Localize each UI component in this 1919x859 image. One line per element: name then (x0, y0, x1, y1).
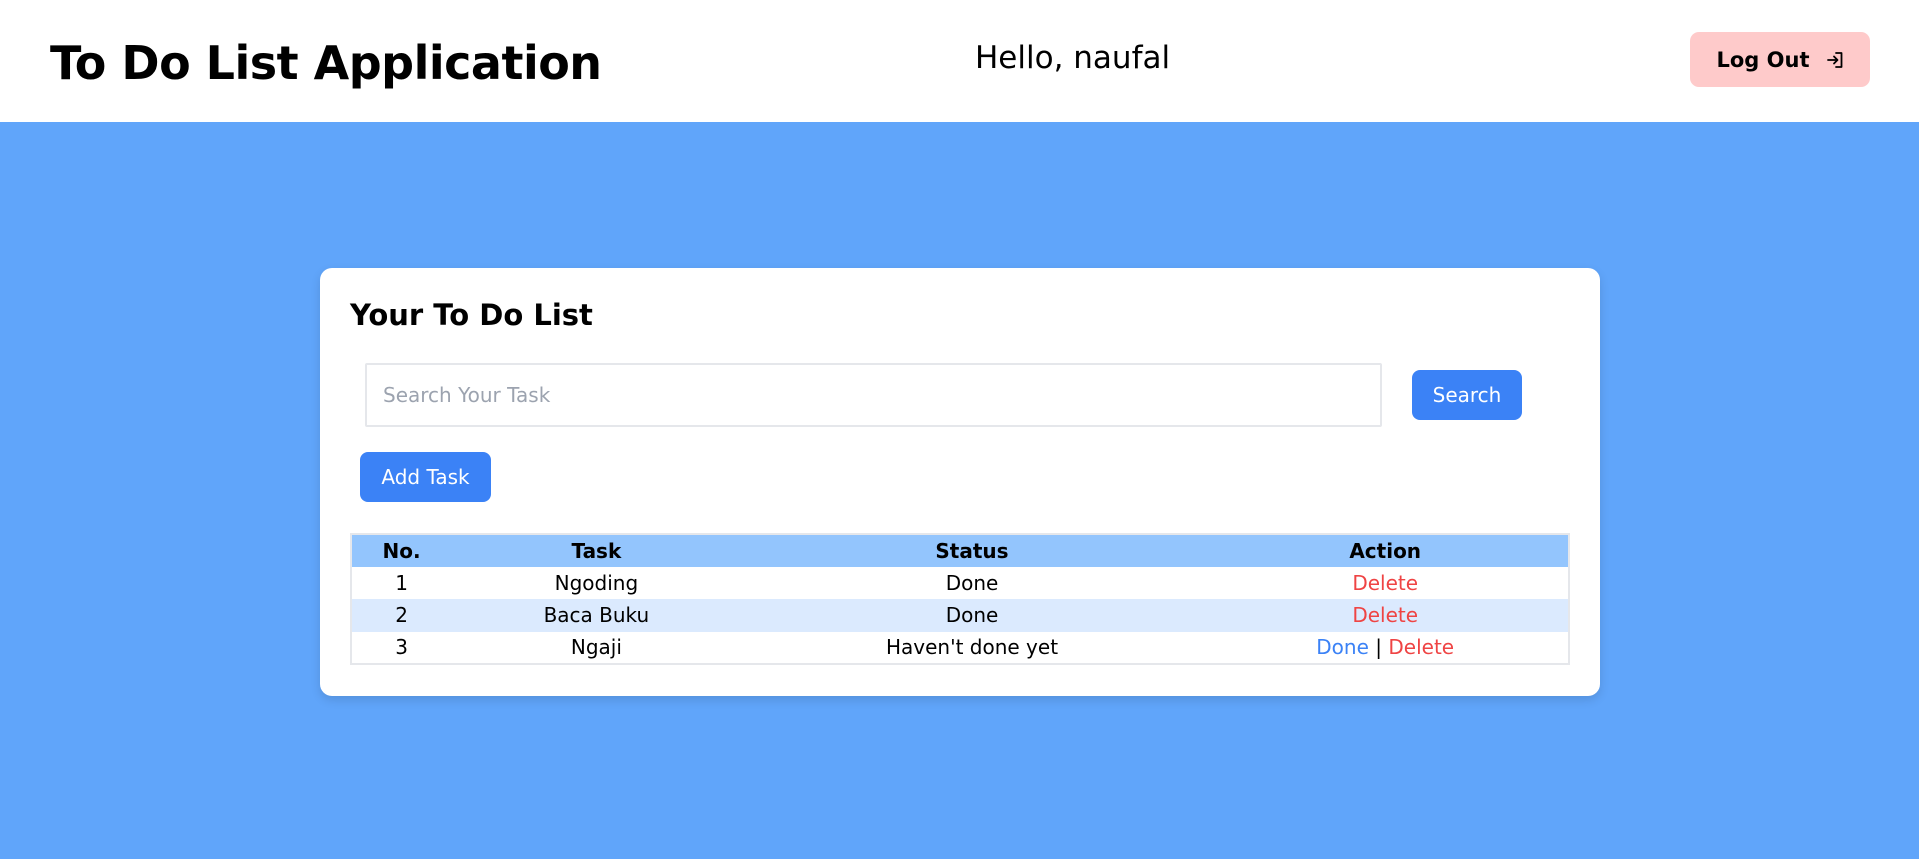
action-separator: | (1375, 635, 1383, 660)
row-task: Ngoding (554, 570, 639, 595)
table-row: 2 Baca Buku Done Delete (351, 599, 1569, 632)
navbar: To Do List Application Hello, naufal Log… (0, 0, 1919, 122)
mark-done-link[interactable]: Done (1316, 635, 1369, 659)
row-status: Done (945, 603, 999, 628)
logout-button[interactable]: Log Out (1690, 32, 1870, 87)
row-actions: Done | Delete (1202, 632, 1569, 665)
user-greeting: Hello, naufal (975, 40, 1171, 76)
row-number: 3 (395, 635, 408, 660)
table-header-row: No. Task Status Action (351, 534, 1569, 567)
todo-card: Your To Do List Search Add Task No. Task… (320, 268, 1600, 696)
row-status: Done (945, 570, 999, 595)
header-action: Action (1349, 538, 1422, 563)
search-button[interactable]: Search (1412, 370, 1522, 420)
add-task-button[interactable]: Add Task (360, 452, 491, 502)
header-task: Task (571, 538, 622, 563)
row-status: Haven't done yet (885, 635, 1059, 660)
row-actions: Delete (1202, 567, 1569, 600)
delete-link[interactable]: Delete (1388, 635, 1454, 659)
task-table: No. Task Status Action 1 Ngoding Done De… (350, 533, 1570, 665)
delete-link[interactable]: Delete (1352, 603, 1418, 627)
header-status: Status (935, 538, 1009, 563)
log-out-icon (1826, 51, 1844, 69)
table-row: 3 Ngaji Haven't done yet Done | Delete (351, 631, 1569, 665)
app-title: To Do List Application (50, 36, 602, 90)
delete-link[interactable]: Delete (1352, 571, 1418, 595)
table-row: 1 Ngoding Done Delete (351, 566, 1569, 600)
row-task: Baca Buku (543, 603, 650, 628)
card-title: Your To Do List (350, 298, 593, 332)
logout-button-label: Log Out (1716, 47, 1810, 72)
row-actions: Delete (1202, 599, 1569, 632)
row-task: Ngaji (570, 635, 622, 660)
header-no: No. (382, 538, 421, 563)
row-number: 1 (395, 570, 408, 595)
row-number: 2 (395, 603, 408, 628)
search-input[interactable] (365, 363, 1382, 427)
